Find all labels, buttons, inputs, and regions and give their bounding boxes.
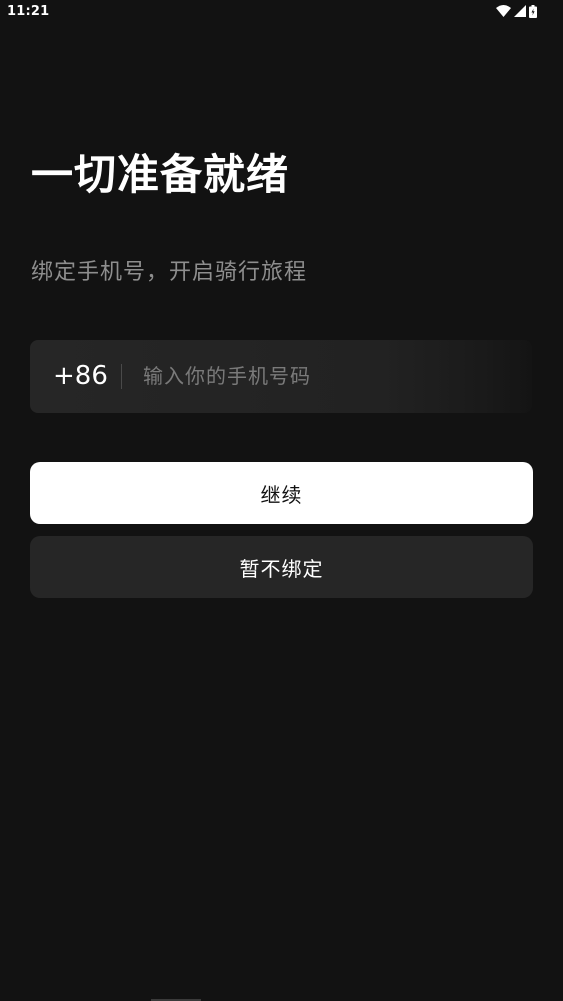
phone-input-container: +86 [30,340,532,413]
status-time: 11:21 [7,4,50,19]
battery-icon [529,4,537,18]
divider [121,364,122,389]
wifi-icon [496,5,511,17]
status-icons [496,4,537,18]
continue-button[interactable]: 继续 [30,462,533,524]
page-subtitle: 绑定手机号，开启骑行旅程 [31,260,308,285]
page-title: 一切准备就绪 [31,150,290,199]
country-code[interactable]: +86 [53,360,108,392]
status-bar: 11:21 [0,0,563,24]
phone-number-input[interactable] [143,360,503,392]
bind-phone-screen: 11:21 一切准备就绪 绑定手机号，开启骑行旅程 +86 输入你的手机号码 继… [0,0,563,1001]
cell-signal-icon [514,5,526,17]
skip-binding-button[interactable]: 暂不绑定 [30,536,533,598]
